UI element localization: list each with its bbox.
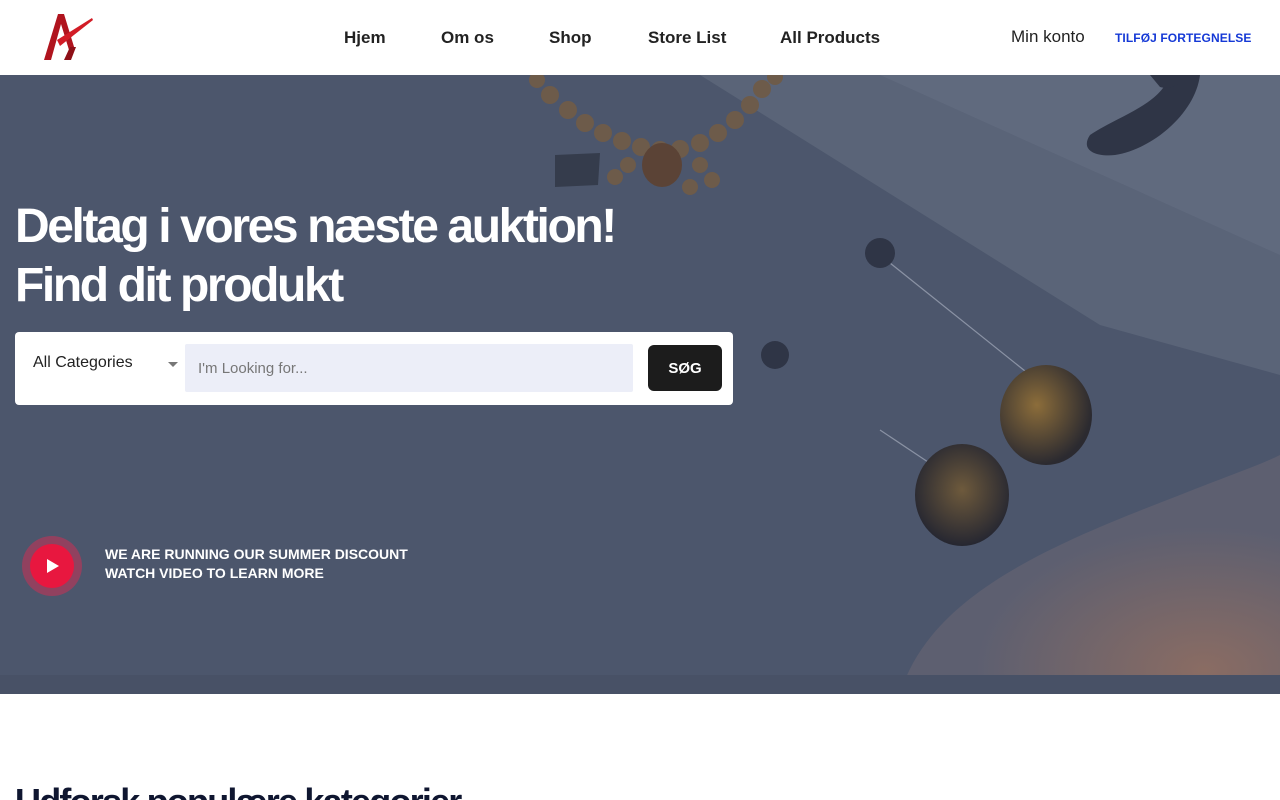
hero-banner: Deltag i vores næste auktion! Find dit p… [0,75,1280,694]
nav-item-all-products[interactable]: All Products [780,28,880,48]
add-listing-link[interactable]: TILFØJ FORTEGNELSE [1115,31,1251,45]
hero-headline-line-2: Find dit produkt [15,259,344,312]
hero-headline-line-1: Deltag i vores næste auktion! [15,200,617,253]
search-bar: All Categories SØG [15,332,733,405]
promo-line-2: WATCH VIDEO TO LEARN MORE [105,565,324,581]
promo-text: WE ARE RUNNING OUR SUMMER DISCOUNT WATCH… [105,545,408,583]
my-account-link[interactable]: Min konto [1011,27,1085,47]
nav-item-hjem[interactable]: Hjem [344,28,386,48]
hero-headline: Deltag i vores næste auktion! Find dit p… [15,197,617,315]
popular-categories-title: Udforsk populære kategorier [15,781,462,800]
promo-line-1: WE ARE RUNNING OUR SUMMER DISCOUNT [105,546,408,562]
category-dropdown-label: All Categories [33,354,133,371]
search-input[interactable] [185,344,633,392]
site-header: Hjem Om os Shop Store List All Products … [0,0,1280,75]
nav-item-store-list[interactable]: Store List [648,28,726,48]
play-icon [47,559,59,573]
category-dropdown[interactable]: All Categories [33,354,183,380]
play-video-button[interactable] [22,536,82,596]
caret-down-icon [168,362,178,367]
nav-item-om-os[interactable]: Om os [441,28,494,48]
play-button-circle [30,544,74,588]
search-button[interactable]: SØG [648,345,722,391]
nav-item-shop[interactable]: Shop [549,28,592,48]
brand-logo-icon[interactable] [40,10,96,64]
